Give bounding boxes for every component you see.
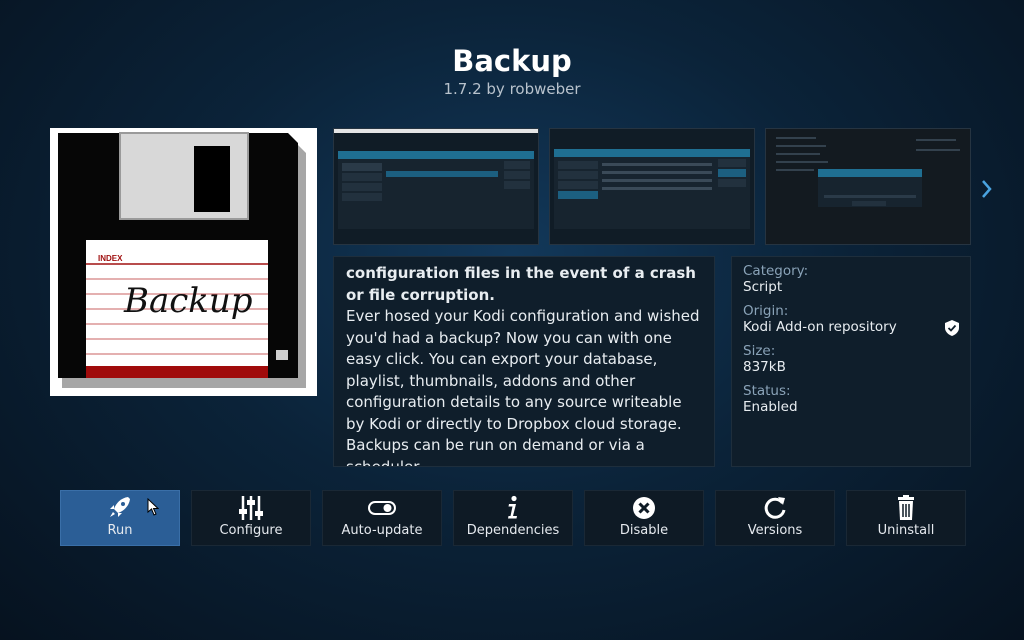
size-value: 837kB [743, 359, 786, 375]
toggle-icon [368, 501, 396, 515]
disable-button[interactable]: Disable [584, 490, 704, 546]
rocket-icon [110, 497, 130, 517]
mouse-cursor-icon [147, 498, 159, 516]
addon-title: Backup [452, 44, 572, 78]
floppy-disk-icon: INDEX Backup [50, 128, 317, 396]
description-panel[interactable]: configuration files in the event of a cr… [333, 256, 715, 467]
uninstall-button[interactable]: Uninstall [846, 490, 966, 546]
configure-button[interactable]: Configure [191, 490, 311, 546]
description-text: Ever hosed your Kodi configuration and w… [346, 307, 700, 467]
auto-update-button-label: Auto-update [341, 523, 423, 538]
next-screenshot-icon[interactable] [980, 178, 994, 200]
versions-button[interactable]: Versions [715, 490, 835, 546]
run-button-label: Run [107, 523, 133, 538]
sliders-icon [239, 496, 263, 520]
screenshot-1[interactable] [333, 128, 539, 245]
origin-value: Kodi Add-on repository [743, 319, 959, 336]
configure-button-label: Configure [219, 523, 283, 538]
status-value: Enabled [743, 399, 798, 415]
addon-icon: INDEX Backup [50, 128, 317, 396]
versions-button-label: Versions [747, 523, 803, 538]
disable-button-label: Disable [619, 523, 669, 538]
origin-label: Origin: [743, 303, 789, 319]
size-label: Size: [743, 343, 776, 359]
uninstall-button-label: Uninstall [877, 523, 935, 538]
category-value: Script [743, 279, 783, 295]
action-bar: Run Configure Auto-update Dependencies D… [60, 490, 966, 546]
svg-text:Backup: Backup [123, 281, 253, 321]
info-icon [508, 495, 517, 519]
screenshot-2[interactable] [549, 128, 755, 245]
trash-icon [898, 495, 914, 520]
screenshot-3[interactable] [765, 128, 971, 245]
run-button[interactable]: Run [60, 490, 180, 546]
info-panel: Category: Script Origin: Kodi Add-on rep… [731, 256, 971, 467]
category-label: Category: [743, 263, 809, 279]
close-circle-icon [633, 497, 655, 519]
svg-text:INDEX: INDEX [98, 254, 123, 263]
dependencies-button[interactable]: Dependencies [453, 490, 573, 546]
auto-update-button[interactable]: Auto-update [322, 490, 442, 546]
verified-shield-icon [945, 319, 959, 336]
description-bold-text: configuration files in the event of a cr… [346, 264, 696, 304]
dependencies-button-label: Dependencies [466, 523, 560, 538]
addon-subtitle: 1.7.2 by robweber [443, 80, 581, 98]
refresh-icon [764, 497, 786, 519]
status-label: Status: [743, 383, 791, 399]
